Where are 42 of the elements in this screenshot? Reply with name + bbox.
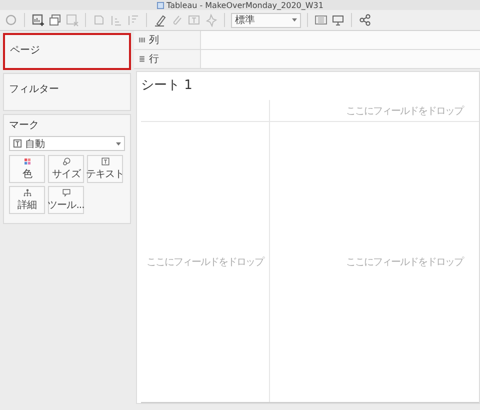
size-icon	[60, 157, 72, 166]
window-title: Tableau - MakeOverMonday_2020_W31	[166, 0, 324, 10]
marks-title: マーク	[9, 119, 40, 132]
color-dots-icon	[22, 157, 32, 166]
shelf-drop-area[interactable]	[201, 50, 480, 68]
mark-property-button[interactable]: テキスト	[87, 155, 123, 183]
sheet-title: シート 1	[141, 77, 194, 94]
pages-title: ページ	[10, 45, 40, 56]
mark-property-button[interactable]: ツール...	[48, 186, 84, 214]
pages-card[interactable]: ページ	[3, 33, 131, 70]
text-icon	[100, 157, 110, 166]
tooltip-icon	[60, 188, 72, 197]
new-sheet-icon[interactable]	[31, 13, 45, 27]
rows-icon	[138, 55, 146, 63]
filters-title: フィルター	[9, 84, 59, 95]
share-icon[interactable]	[358, 13, 372, 27]
mark-property-button[interactable]: 詳細	[9, 186, 45, 214]
shelf-label: 列	[149, 34, 159, 47]
mark-property-button[interactable]: サイズ	[48, 155, 84, 183]
caret-icon	[292, 18, 297, 22]
mark-type-value: 自動	[25, 138, 45, 150]
highlight-icon[interactable]	[153, 13, 167, 27]
detail-icon	[22, 188, 32, 197]
filters-card[interactable]: フィルター	[3, 73, 131, 111]
document-icon	[156, 2, 164, 8]
mark-property-button[interactable]: 色	[9, 155, 45, 183]
duplicate-sheet-icon[interactable]	[48, 13, 62, 27]
label-icon[interactable]	[187, 13, 201, 27]
drop-hint: ここにフィールドをドロップ	[346, 256, 463, 269]
fit-value: 標準	[235, 14, 255, 27]
sort-descending-icon[interactable]	[126, 13, 140, 27]
text-mark-icon	[13, 139, 22, 148]
fit-dropdown[interactable]: 標準	[231, 12, 301, 28]
sort-ascending-icon[interactable]	[109, 13, 123, 27]
columns-icon	[138, 36, 146, 44]
caret-icon	[116, 142, 121, 146]
card-view-icon[interactable]	[314, 13, 328, 27]
mark-type-dropdown[interactable]: 自動	[9, 136, 125, 151]
shelf-label: 行	[149, 53, 159, 66]
presentation-icon[interactable]	[331, 13, 345, 27]
drop-hint: ここにフィールドをドロップ	[146, 256, 264, 269]
drop-hint: ここにフィールドをドロップ	[346, 104, 463, 118]
